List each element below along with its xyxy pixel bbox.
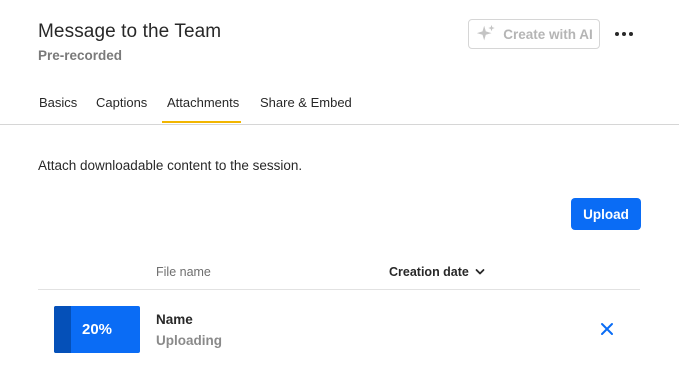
attachment-name: Name	[156, 312, 193, 327]
create-with-ai-label: Create with AI	[503, 26, 593, 42]
page-subtitle: Pre-recorded	[38, 48, 123, 63]
tab-share-embed[interactable]: Share & Embed	[260, 95, 352, 110]
tab-basics[interactable]: Basics	[39, 95, 77, 110]
tab-bar: Basics Captions Attachments Share & Embe…	[0, 84, 679, 125]
attachment-status: Uploading	[156, 333, 222, 348]
sparkle-icon	[477, 24, 495, 41]
page-title: Message to the Team	[38, 21, 222, 42]
tab-captions[interactable]: Captions	[96, 95, 147, 110]
table-divider	[38, 289, 640, 290]
tab-attachments[interactable]: Attachments	[161, 95, 242, 123]
attachments-description: Attach downloadable content to the sessi…	[38, 158, 303, 173]
column-header-file-name: File name	[156, 265, 211, 279]
create-with-ai-button[interactable]: Create with AI	[468, 19, 600, 49]
creation-date-label: Creation date	[389, 265, 469, 279]
more-icon[interactable]	[612, 24, 636, 44]
column-header-creation-date[interactable]: Creation date	[389, 265, 485, 279]
progress-percent: 20%	[81, 321, 113, 338]
upload-button[interactable]: Upload	[571, 198, 641, 230]
upload-progress-thumbnail: 20%	[54, 306, 140, 353]
close-icon[interactable]	[599, 321, 615, 337]
chevron-down-icon	[475, 269, 485, 275]
